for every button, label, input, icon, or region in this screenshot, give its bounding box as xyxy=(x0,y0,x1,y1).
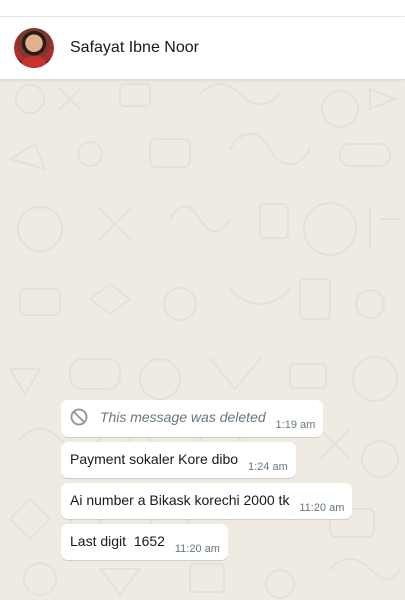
message-time: 1:24 am xyxy=(247,461,288,473)
message-text: Payment sokaler Kore dibo xyxy=(70,451,239,467)
message-time: 11:20 am xyxy=(174,543,220,555)
message-bubble[interactable]: Payment sokaler Kore dibo 1:24 am xyxy=(61,442,296,478)
message-bubble[interactable]: Last digit 1652 11:20 am xyxy=(61,524,228,560)
chat-header[interactable]: Safayat Ibne Noor xyxy=(0,17,405,79)
contact-name[interactable]: Safayat Ibne Noor xyxy=(70,39,199,57)
message-time: 11:20 am xyxy=(299,502,345,514)
message-bubble[interactable]: Ai number a Bikask korechi 2000 tk 11:20… xyxy=(61,483,353,519)
chat-area[interactable]: This message was deleted 1:19 am Payment… xyxy=(0,79,405,600)
message-time: 1:19 am xyxy=(275,419,316,431)
message-text: Last digit 1652 xyxy=(70,533,165,549)
top-strip xyxy=(0,0,405,17)
deleted-icon xyxy=(70,408,88,431)
avatar[interactable] xyxy=(14,28,54,68)
message-text: This message was deleted xyxy=(99,409,266,425)
message-text: Ai number a Bikask korechi 2000 tk xyxy=(70,492,290,508)
message-bubble-deleted[interactable]: This message was deleted 1:19 am xyxy=(61,400,324,437)
message-list: This message was deleted 1:19 am Payment… xyxy=(61,400,353,565)
